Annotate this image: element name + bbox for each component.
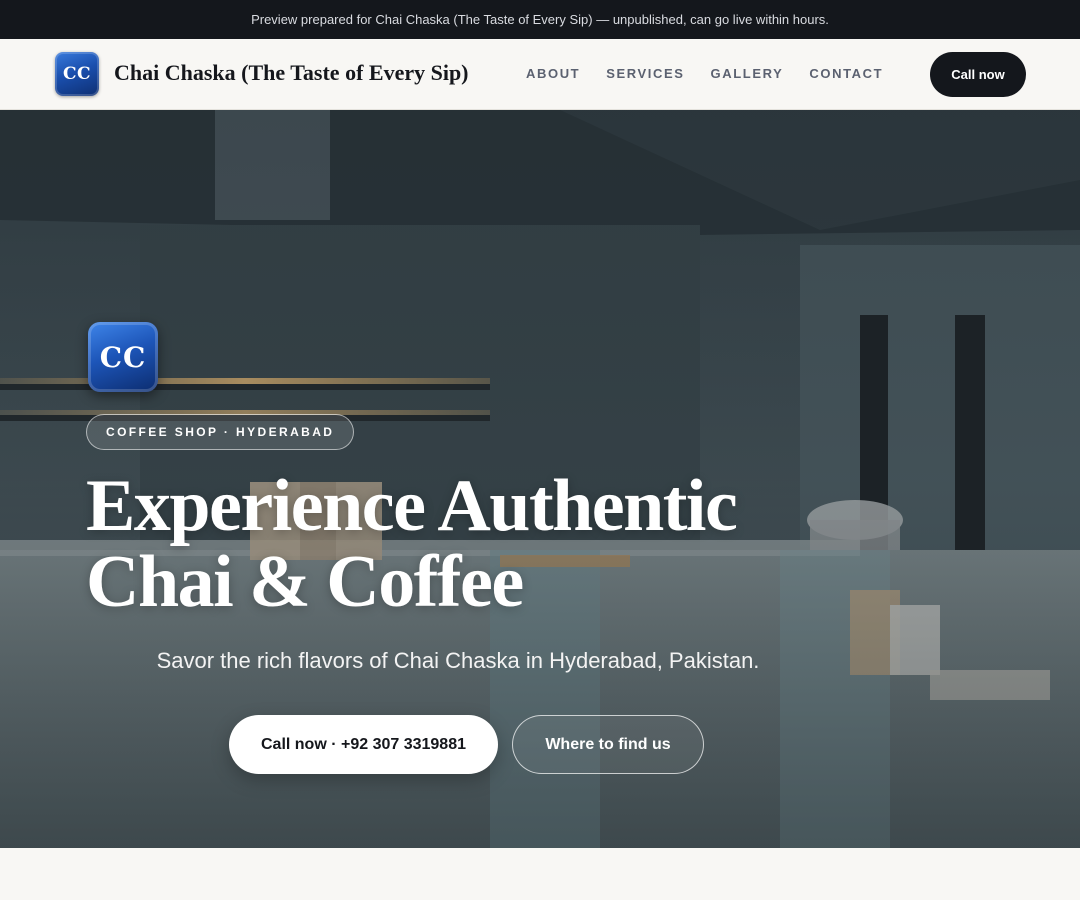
header-call-button[interactable]: Call now [930,52,1026,97]
preview-banner: Preview prepared for Chai Chaska (The Ta… [0,0,1080,39]
brand-logo-text: CC [62,64,92,84]
nav-services-link[interactable]: SERVICES [606,66,684,81]
hero-call-button[interactable]: Call now · +92 307 3319881 [229,715,498,774]
hero-section: CC COFFEE SHOP · HYDERABAD Experience Au… [0,110,1080,848]
nav-gallery-link[interactable]: GALLERY [711,66,784,81]
next-section [0,848,1080,900]
hero-category-badge: COFFEE SHOP · HYDERABAD [86,414,355,450]
hero-logo-text: CC [99,340,147,374]
find-us-button[interactable]: Where to find us [512,715,704,774]
hero-logo: CC [88,322,158,392]
hero-subtitle: Savor the rich flavors of Chai Chaska in… [156,648,760,673]
preview-banner-text: Preview prepared for Chai Chaska (The Ta… [251,12,829,27]
site-header: CC Chai Chaska (The Taste of Every Sip) … [0,39,1080,110]
brand-logo[interactable]: CC [55,52,99,96]
brand-name[interactable]: Chai Chaska (The Taste of Every Sip) [114,60,469,86]
nav-about-link[interactable]: ABOUT [526,66,580,81]
hero-title: Experience Authentic Chai & Coffee [86,465,738,623]
main-nav: ABOUT SERVICES GALLERY CONTACT [526,66,883,81]
nav-contact-link[interactable]: CONTACT [809,66,883,81]
hero-actions: Call now · +92 307 3319881 Where to find… [229,715,704,774]
